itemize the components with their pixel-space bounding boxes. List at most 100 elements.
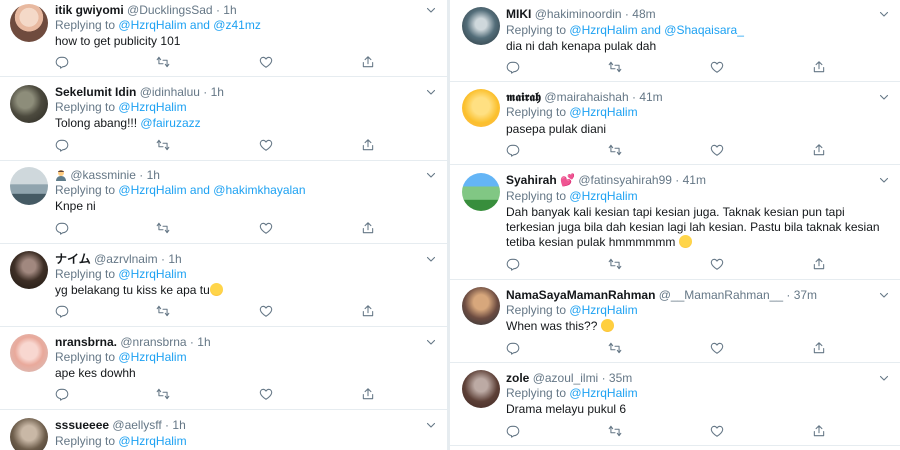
user-handle[interactable]: @fatinsyahirah99: [578, 173, 672, 187]
avatar[interactable]: [10, 418, 48, 450]
share-icon[interactable]: [361, 221, 377, 237]
retweet-icon[interactable]: [608, 60, 624, 76]
share-icon[interactable]: [361, 138, 377, 154]
retweet-icon[interactable]: [156, 221, 172, 237]
reply-icon[interactable]: [506, 143, 522, 159]
tweet-card[interactable]: @kassminie · 1h Replying to @HzrqHalim a…: [0, 161, 447, 244]
retweet-icon[interactable]: [608, 143, 624, 159]
avatar[interactable]: [462, 287, 500, 325]
chevron-down-icon[interactable]: [878, 91, 890, 103]
mention-link[interactable]: @fairuzazz: [140, 116, 200, 130]
user-handle[interactable]: @aellysff: [112, 418, 161, 432]
avatar[interactable]: [10, 167, 48, 205]
avatar[interactable]: [462, 7, 500, 45]
timestamp[interactable]: 35m: [609, 371, 632, 385]
mention-link[interactable]: @HzrqHalim: [569, 386, 637, 400]
display-name[interactable]: ナイム: [55, 252, 91, 266]
reply-icon[interactable]: [506, 257, 522, 273]
share-icon[interactable]: [812, 424, 828, 440]
user-handle[interactable]: @__MamanRahman__: [659, 288, 783, 302]
tweet-card[interactable]: 𝖒𝖆𝖎𝖗𝖆𝖍 @mairahaishah · 41m Replying to @…: [450, 82, 900, 165]
chevron-down-icon[interactable]: [425, 419, 437, 431]
chevron-down-icon[interactable]: [425, 4, 437, 16]
mention-link[interactable]: @HzrqHalim: [118, 18, 186, 32]
retweet-icon[interactable]: [608, 424, 624, 440]
like-icon[interactable]: [259, 138, 275, 154]
avatar[interactable]: [10, 334, 48, 372]
timestamp[interactable]: 37m: [794, 288, 817, 302]
display-name[interactable]: 𝖒𝖆𝖎𝖗𝖆𝖍: [506, 90, 541, 104]
timestamp[interactable]: 1h: [172, 418, 185, 432]
user-handle[interactable]: @hakiminoordin: [535, 7, 622, 21]
tweet-card[interactable]: Syahirah 💕 @fatinsyahirah99 · 41m Replyi…: [450, 165, 900, 280]
avatar[interactable]: [10, 4, 48, 42]
like-icon[interactable]: [710, 143, 726, 159]
mention-link[interactable]: @HzrqHalim: [118, 267, 186, 281]
mention-link[interactable]: @Shaqaisara_: [664, 23, 744, 37]
chevron-down-icon[interactable]: [878, 174, 890, 186]
like-icon[interactable]: [259, 221, 275, 237]
reply-icon[interactable]: [506, 341, 522, 357]
like-icon[interactable]: [710, 257, 726, 273]
timestamp[interactable]: 1h: [147, 168, 160, 182]
chevron-down-icon[interactable]: [425, 253, 437, 265]
timestamp[interactable]: 1h: [211, 85, 224, 99]
reply-icon[interactable]: [55, 221, 71, 237]
mention-link[interactable]: @HzrqHalim: [118, 434, 186, 448]
retweet-icon[interactable]: [156, 55, 172, 71]
avatar[interactable]: [462, 370, 500, 408]
display-name[interactable]: Syahirah: [506, 173, 557, 187]
avatar[interactable]: [462, 89, 500, 127]
share-icon[interactable]: [812, 341, 828, 357]
display-name[interactable]: MIKI: [506, 7, 531, 21]
reply-icon[interactable]: [55, 387, 71, 403]
tweet-card[interactable]: zole @azoul_ilmi · 35m Replying to @Hzrq…: [450, 363, 900, 446]
display-name[interactable]: Sekelumit Idin: [55, 85, 136, 99]
chevron-down-icon[interactable]: [878, 289, 890, 301]
reply-icon[interactable]: [55, 304, 71, 320]
retweet-icon[interactable]: [608, 341, 624, 357]
tweet-card[interactable]: ナイム @azrvlnaim · 1h Replying to @HzrqHal…: [0, 244, 447, 327]
mention-link[interactable]: @HzrqHalim: [569, 105, 637, 119]
share-icon[interactable]: [812, 60, 828, 76]
user-handle[interactable]: @idinhaluu: [140, 85, 200, 99]
user-handle[interactable]: @kassminie: [70, 168, 136, 182]
timestamp[interactable]: 41m: [683, 173, 706, 187]
chevron-down-icon[interactable]: [878, 372, 890, 384]
mention-link[interactable]: @HzrqHalim: [118, 183, 186, 197]
timestamp[interactable]: 1h: [197, 335, 210, 349]
like-icon[interactable]: [710, 60, 726, 76]
timestamp[interactable]: 1h: [168, 252, 181, 266]
mention-link[interactable]: @HzrqHalim: [569, 23, 637, 37]
avatar[interactable]: [462, 173, 500, 211]
mention-link[interactable]: @hakimkhayalan: [213, 183, 305, 197]
tweet-card[interactable]: sssueeee @aellysff · 1h Replying to @Hzr…: [0, 410, 447, 450]
display-name[interactable]: nransbrna.: [55, 335, 117, 349]
share-icon[interactable]: [812, 257, 828, 273]
chevron-down-icon[interactable]: [878, 8, 890, 20]
like-icon[interactable]: [259, 55, 275, 71]
share-icon[interactable]: [361, 55, 377, 71]
mention-link[interactable]: @HzrqHalim: [118, 350, 186, 364]
user-handle[interactable]: @mairahaishah: [544, 90, 628, 104]
mention-link[interactable]: @HzrqHalim: [118, 100, 186, 114]
like-icon[interactable]: [259, 304, 275, 320]
display-name[interactable]: NamaSayaMamanRahman: [506, 288, 655, 302]
share-icon[interactable]: [812, 143, 828, 159]
reply-icon[interactable]: [506, 424, 522, 440]
chevron-down-icon[interactable]: [425, 86, 437, 98]
like-icon[interactable]: [710, 424, 726, 440]
tweet-card[interactable]: NamaSayaMamanRahman @__MamanRahman__ · 3…: [450, 280, 900, 363]
share-icon[interactable]: [361, 304, 377, 320]
chevron-down-icon[interactable]: [425, 336, 437, 348]
mention-link[interactable]: @HzrqHalim: [569, 303, 637, 317]
tweet-card[interactable]: MIKI @hakiminoordin · 48m Replying to @H…: [450, 0, 900, 82]
retweet-icon[interactable]: [156, 304, 172, 320]
chevron-down-icon[interactable]: [425, 169, 437, 181]
tweet-card[interactable]: itik gwiyomi @DucklingsSad · 1h Replying…: [0, 0, 447, 77]
display-name[interactable]: itik gwiyomi: [55, 3, 124, 17]
retweet-icon[interactable]: [156, 138, 172, 154]
retweet-icon[interactable]: [608, 257, 624, 273]
timestamp[interactable]: 41m: [639, 90, 662, 104]
user-handle[interactable]: @nransbrna: [120, 335, 186, 349]
